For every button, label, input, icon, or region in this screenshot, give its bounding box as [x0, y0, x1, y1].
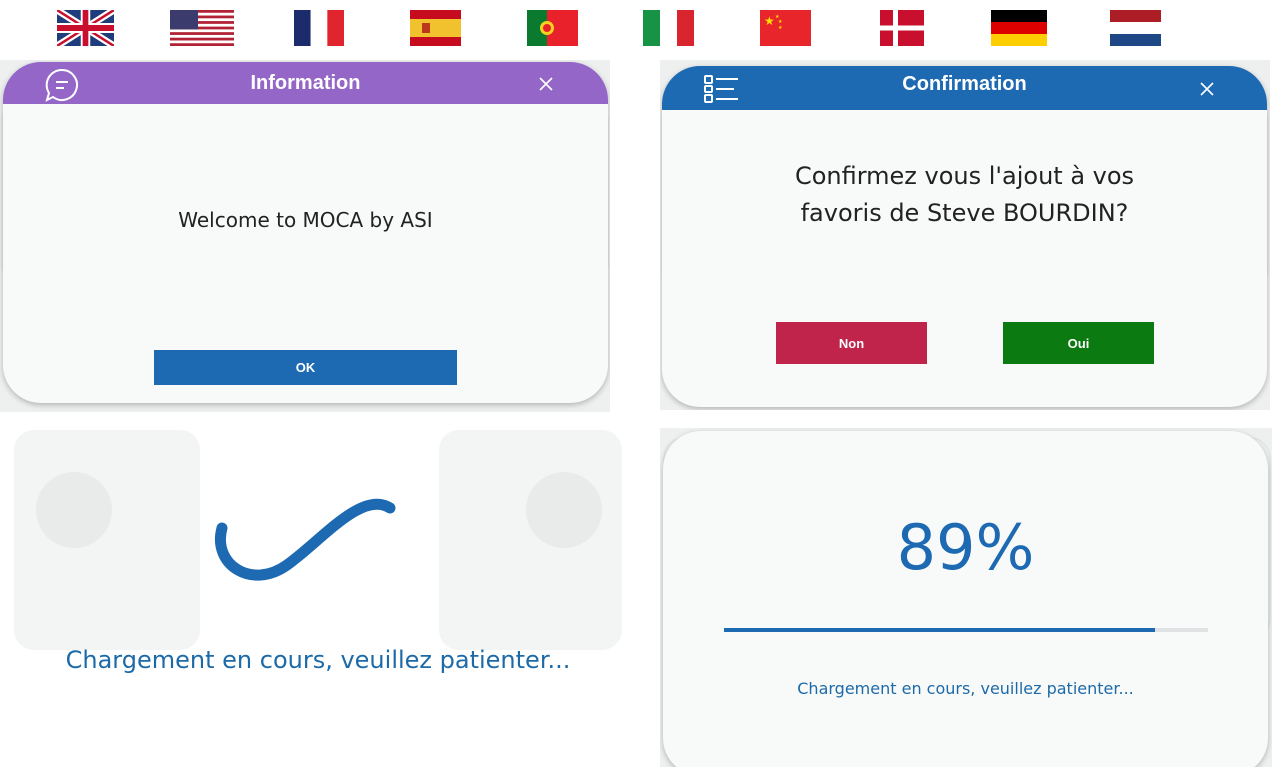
portugal-flag-icon[interactable]: [527, 10, 578, 46]
netherlands-flag-icon[interactable]: [1110, 10, 1161, 46]
svg-text:★: ★: [778, 25, 783, 31]
progress-percent: 89%: [896, 511, 1035, 584]
yes-button[interactable]: Oui: [1003, 322, 1154, 364]
loading-spinner: [212, 495, 397, 590]
uk-flag-icon[interactable]: [57, 10, 114, 46]
close-icon[interactable]: [538, 76, 554, 92]
germany-flag-icon[interactable]: [991, 10, 1047, 46]
checklist-icon: [704, 74, 740, 104]
background-contact-grid: [14, 430, 622, 650]
china-flag-icon[interactable]: ★ ★ ★ ★: [760, 10, 811, 46]
dialog-title: Confirmation: [902, 72, 1027, 95]
italy-flag-icon[interactable]: [643, 10, 694, 46]
spinner-loading-panel: Chargement en cours, veuillez patienter.…: [14, 430, 622, 767]
information-dialog: Information Welcome to MOCA by ASI OK: [3, 62, 608, 403]
us-flag-icon[interactable]: [170, 10, 234, 46]
svg-text:★: ★: [764, 14, 775, 28]
progress-loading-panel: 89% Chargement en cours, veuillez patien…: [660, 428, 1272, 767]
confirmation-header: Confirmation: [662, 66, 1267, 110]
information-header: Information: [3, 62, 608, 104]
france-flag-icon[interactable]: [294, 10, 344, 46]
loading-message: Chargement en cours, veuillez patienter.…: [797, 679, 1134, 698]
denmark-flag-icon[interactable]: [880, 10, 924, 46]
confirmation-message-line1: Confirmez vous l'ajout à vos: [794, 162, 1135, 190]
confirmation-dialog: Confirmation Confirmez vous l'ajout à vo…: [662, 66, 1267, 407]
progress-bar-fill: [724, 628, 1155, 632]
spain-flag-icon[interactable]: [410, 10, 461, 46]
no-button[interactable]: Non: [776, 322, 927, 364]
dialog-title: Information: [250, 71, 361, 94]
loading-message: Chargement en cours, veuillez patienter.…: [65, 646, 571, 674]
confirmation-message-line2: favoris de Steve BOURDIN?: [800, 199, 1129, 227]
progress-bar-track: [724, 628, 1208, 632]
information-message: Welcome to MOCA by ASI: [178, 208, 433, 232]
language-flags: ★ ★ ★ ★: [0, 0, 1280, 58]
ok-button[interactable]: OK: [154, 350, 457, 385]
close-icon[interactable]: [1200, 81, 1214, 96]
information-panel: Information Welcome to MOCA by ASI OK: [0, 60, 610, 412]
confirmation-panel: Confirmation Confirmez vous l'ajout à vo…: [660, 60, 1270, 410]
progress-dialog: 89% Chargement en cours, veuillez patien…: [663, 431, 1268, 767]
chat-bubble-icon: [43, 66, 81, 104]
